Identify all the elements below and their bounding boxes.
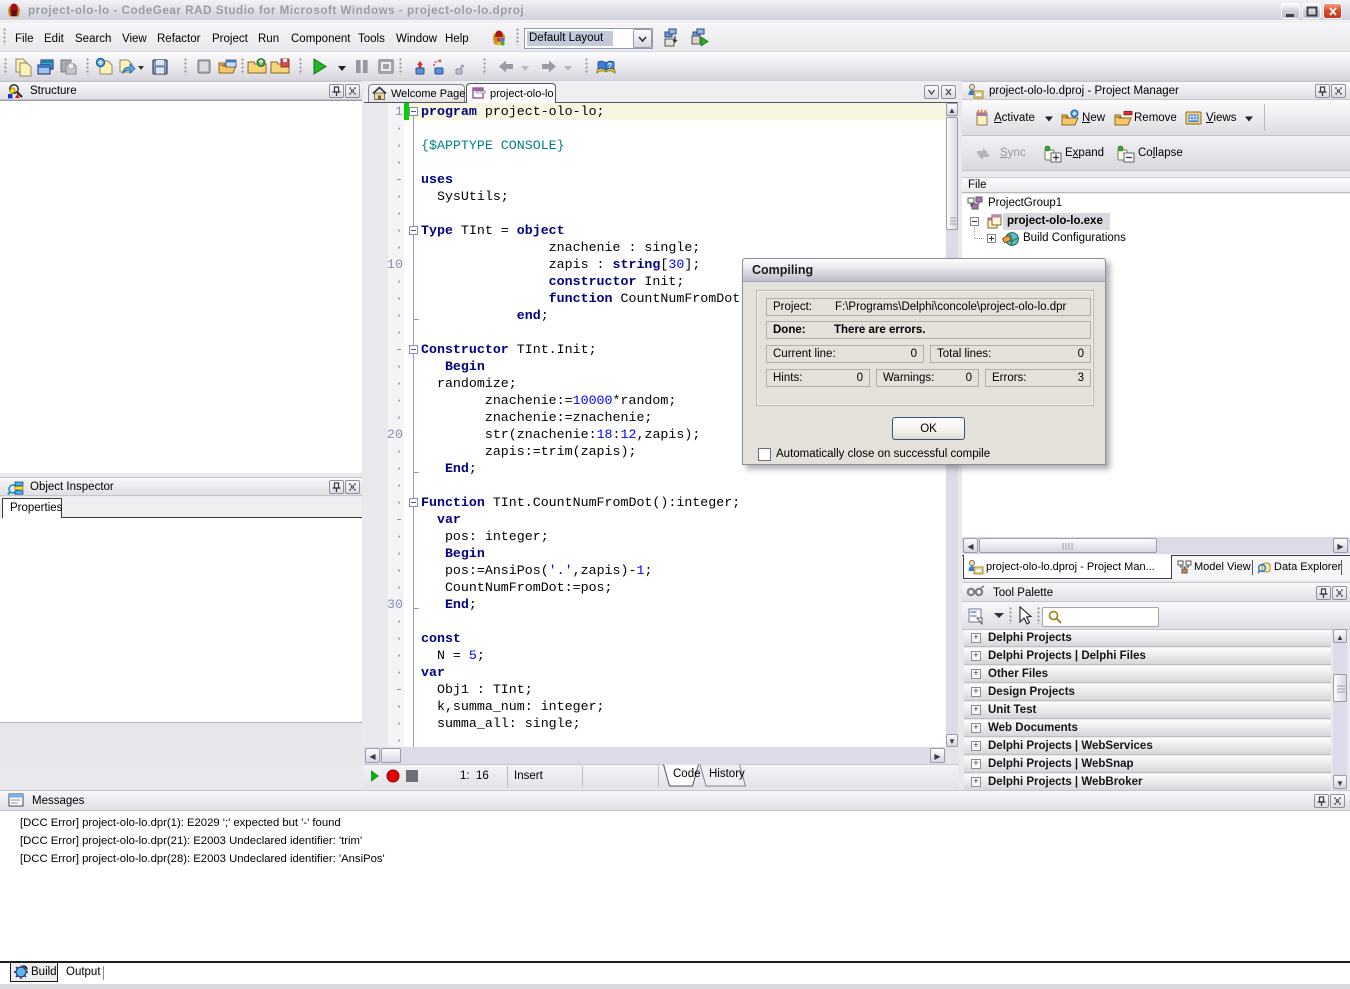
- svg-text:?: ?: [608, 63, 612, 70]
